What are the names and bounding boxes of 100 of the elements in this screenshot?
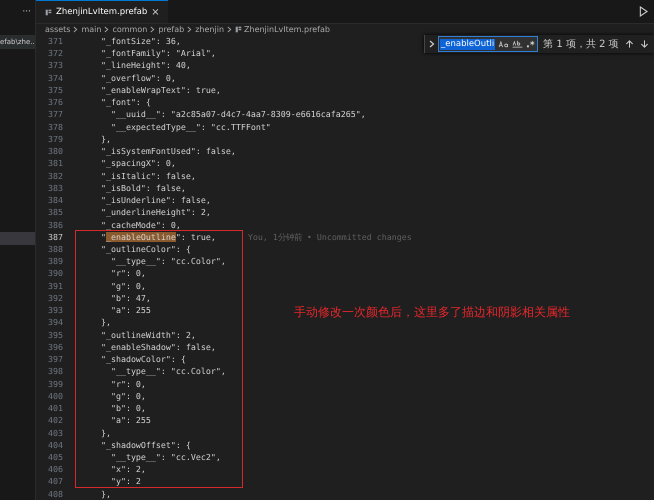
line-number: 386 xyxy=(47,218,63,231)
breadcrumb-item[interactable]: assets xyxy=(45,25,70,34)
line-number: 394 xyxy=(47,316,63,329)
code-line: "_isItalic": false, xyxy=(100,170,196,182)
line-number: 389 xyxy=(47,255,63,268)
line-number: 377 xyxy=(47,108,63,121)
code-line: "g": 0, xyxy=(110,280,146,292)
line-number: 404 xyxy=(47,438,63,451)
file-icon xyxy=(235,26,242,33)
run-icon[interactable] xyxy=(639,6,648,17)
line-number: 390 xyxy=(47,267,63,280)
annotation-text: 手动修改一次颜色后，这里多了描边和阴影相关属性 xyxy=(294,304,570,321)
line-number: 403 xyxy=(47,426,63,439)
chevron-icon xyxy=(227,26,232,33)
match-case-icon[interactable] xyxy=(498,40,510,48)
arrow-down-icon[interactable] xyxy=(640,39,649,49)
line-number: 393 xyxy=(47,304,63,316)
code-line: "_underlineHeight": 2, xyxy=(100,206,211,219)
blame-annotation: You, 1分钟前 • Uncommitted changes xyxy=(248,230,412,243)
whole-word-icon[interactable] xyxy=(512,40,524,48)
line-number: 375 xyxy=(47,84,63,96)
match-count: 第 1 项，共 2 项 xyxy=(543,38,619,51)
breadcrumb-item[interactable]: main xyxy=(81,25,102,34)
code-line: "_overflow": 0, xyxy=(100,72,176,84)
code-line: "_spacingX": 0, xyxy=(100,157,176,170)
code-line: "_isBold": false, xyxy=(100,182,186,194)
code-line: "r": 0, xyxy=(110,378,146,390)
code-line: "y": 2 xyxy=(110,475,141,488)
code-line: "r": 0, xyxy=(110,267,146,280)
code-line: "__expectedType__": "cc.TTFFont" xyxy=(110,120,271,133)
code-line: }, xyxy=(100,132,111,146)
line-number: 373 xyxy=(47,59,63,72)
code-line: "__type__": "cc.Color", xyxy=(110,255,226,268)
line-number: 387 xyxy=(47,230,63,243)
line-number: 378 xyxy=(47,120,63,133)
breadcrumb-item[interactable]: ZhenjinLvItem.prefab xyxy=(244,25,330,34)
line-number: 402 xyxy=(47,414,63,426)
code-line: "_cacheMode": 0, xyxy=(100,218,181,231)
code-line: "_font": { xyxy=(100,96,151,108)
line-number: 396 xyxy=(47,340,63,354)
close-icon[interactable]: × xyxy=(151,6,160,18)
code-line: "__uuid__": "a2c85a07-d4c7-4aa7-8309-e6616cafa265", xyxy=(110,108,366,121)
code-line: "_shadowColor": { xyxy=(100,353,186,366)
file-icon xyxy=(45,8,52,16)
line-number: 374 xyxy=(47,72,63,84)
code-line: "x": 2, xyxy=(110,463,146,476)
code-line: "_isSystemFontUsed": false, xyxy=(100,145,236,158)
line-number: 385 xyxy=(47,206,63,219)
line-number: 372 xyxy=(47,47,63,60)
line-number: 379 xyxy=(47,132,63,146)
code-line: "_enableOutline": true, xyxy=(100,230,216,243)
chevron-icon xyxy=(73,26,78,33)
code-line: "_enableShadow": false, xyxy=(100,340,216,354)
arrow-up-icon[interactable] xyxy=(624,39,634,49)
code-line: "_outlineColor": { xyxy=(100,242,191,256)
code-line: "b": 47, xyxy=(110,292,151,304)
line-number: 380 xyxy=(47,145,63,158)
line-number: 381 xyxy=(47,157,63,170)
code-line: "_fontSize": 36, xyxy=(100,35,181,48)
code-line: "b": 0, xyxy=(110,402,146,414)
code-line: "a": 255 xyxy=(110,414,151,426)
line-number: 376 xyxy=(47,96,63,108)
line-number: 408 xyxy=(47,488,63,500)
chevron-icon xyxy=(104,26,110,33)
line-number: 405 xyxy=(47,450,63,464)
code-line: "g": 0, xyxy=(110,390,146,402)
selected-row xyxy=(0,232,35,245)
line-number: 395 xyxy=(47,328,63,341)
code-line: "_enableWrapText": true, xyxy=(100,84,221,96)
code-line: "_fontFamily": "Arial", xyxy=(100,47,216,60)
line-number: 391 xyxy=(47,280,63,292)
breadcrumb-item[interactable]: common xyxy=(112,25,148,34)
code-line: "_outlineWidth": 2, xyxy=(100,328,196,341)
regex-icon[interactable] xyxy=(526,40,536,48)
code-line: "_shadowOffset": { xyxy=(100,438,191,451)
editor-tab[interactable]: ZhenjinLvItem.prefab × xyxy=(36,0,168,23)
line-number: 401 xyxy=(47,402,63,414)
code-line: "__type__": "cc.Vec2", xyxy=(110,450,221,464)
line-number: 384 xyxy=(47,194,63,206)
more-actions-button[interactable]: ··· xyxy=(22,6,31,16)
line-number: 398 xyxy=(47,365,63,378)
breadcrumb-item[interactable]: zhenjin xyxy=(195,25,224,34)
line-number: 383 xyxy=(47,182,63,194)
line-number: 399 xyxy=(47,378,63,390)
line-number: 397 xyxy=(47,353,63,366)
line-number: 392 xyxy=(47,292,63,304)
chevron-icon xyxy=(150,26,156,33)
code-line: }, xyxy=(100,316,111,329)
code-line: "_lineHeight": 40, xyxy=(100,59,191,72)
line-number: 388 xyxy=(47,242,63,256)
breadcrumb-item[interactable]: prefab xyxy=(158,25,184,34)
line-number: 400 xyxy=(47,390,63,402)
code-line: "_isUnderline": false, xyxy=(100,194,211,206)
code-line: }, xyxy=(100,426,111,439)
line-number: 371 xyxy=(47,35,63,48)
search-field[interactable]: _enableOutli xyxy=(438,36,538,52)
code-line: }, xyxy=(100,488,111,500)
chevron-icon xyxy=(187,26,192,33)
chevron-icon[interactable] xyxy=(429,40,435,48)
line-number: 407 xyxy=(47,475,63,488)
